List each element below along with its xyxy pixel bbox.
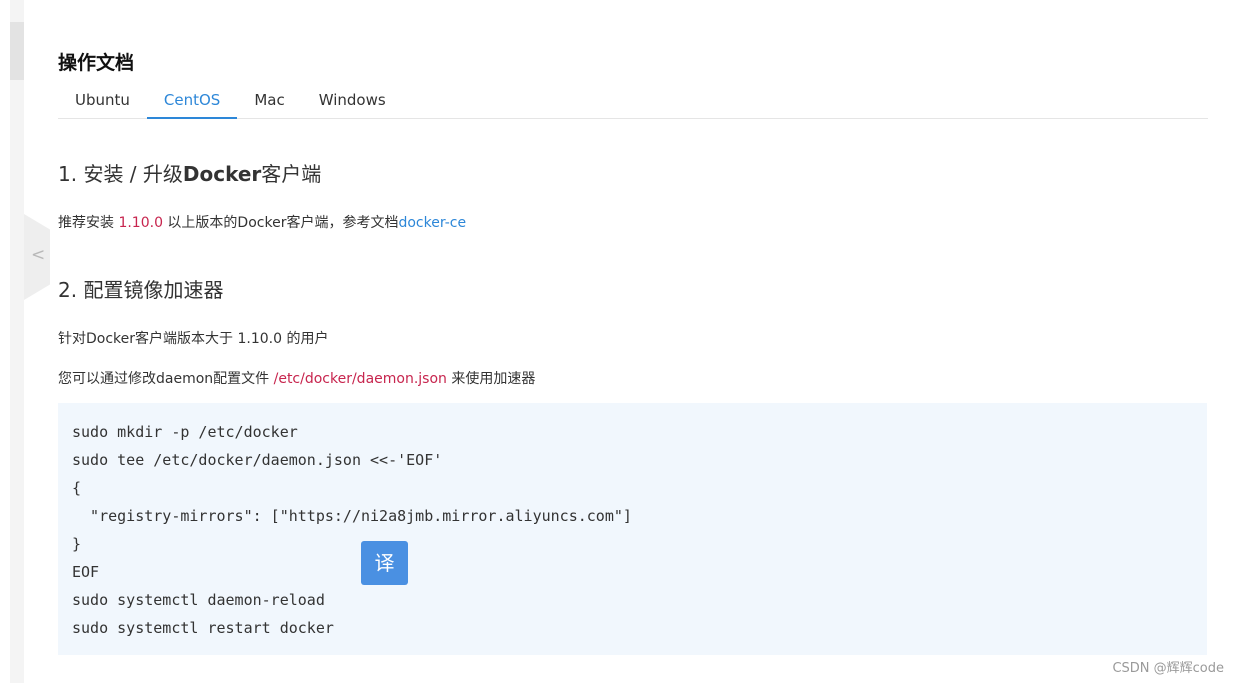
code-line: } xyxy=(72,535,82,553)
section-1-heading-post: 客户端 xyxy=(261,162,322,186)
code-line: { xyxy=(72,479,82,497)
code-line: sudo tee /etc/docker/daemon.json <<-'EOF… xyxy=(72,451,443,469)
code-block[interactable]: sudo mkdir -p /etc/docker sudo tee /etc/… xyxy=(58,403,1207,655)
doc-title: 操作文档 xyxy=(58,52,135,74)
translate-button[interactable]: 译 xyxy=(361,541,408,585)
collapse-sidebar-button[interactable]: < xyxy=(24,214,50,300)
code-line: "registry-mirrors": ["https://ni2a8jmb.m… xyxy=(72,507,632,525)
section-1-text-a: 推荐安装 xyxy=(58,215,119,231)
code-line: sudo systemctl restart docker xyxy=(72,619,334,637)
section-1-heading-pre: 安装 / 升级 xyxy=(83,162,183,186)
chevron-left-icon: < xyxy=(31,245,46,265)
section-1-heading: 1. 安装 / 升级Docker客户端 xyxy=(58,158,321,187)
code-line: sudo systemctl daemon-reload xyxy=(72,591,325,609)
page: < 操作文档 Ubuntu CentOS Mac Windows 1. 安装 /… xyxy=(0,0,1238,683)
section-1-number: 1. xyxy=(58,162,78,186)
watermark: CSDN @辉辉code xyxy=(1112,661,1224,676)
os-tabs: Ubuntu CentOS Mac Windows xyxy=(58,86,1208,119)
scrollbar-thumb[interactable] xyxy=(10,22,24,80)
config-file-path: /etc/docker/daemon.json xyxy=(273,371,447,387)
code-line: sudo mkdir -p /etc/docker xyxy=(72,423,298,441)
section-1-paragraph: 推荐安装 1.10.0 以上版本的Docker客户端，参考文档docker-ce xyxy=(58,212,466,232)
tab-centos[interactable]: CentOS xyxy=(146,86,238,119)
section-2-paragraph-2: 您可以通过修改daemon配置文件 /etc/docker/daemon.jso… xyxy=(58,368,535,388)
recommended-version: 1.10.0 xyxy=(118,215,163,231)
section-2-heading: 2. 配置镜像加速器 xyxy=(58,278,224,302)
section-1-text-b: 以上版本的Docker客户端，参考文档 xyxy=(162,215,399,231)
tab-windows[interactable]: Windows xyxy=(302,86,403,112)
tab-mac[interactable]: Mac xyxy=(237,86,301,112)
section-2-paragraph-1: 针对Docker客户端版本大于 1.10.0 的用户 xyxy=(58,331,329,347)
docker-ce-link[interactable]: docker-ce xyxy=(398,215,466,231)
tab-ubuntu[interactable]: Ubuntu xyxy=(58,86,147,112)
section-2-text-a: 您可以通过修改daemon配置文件 xyxy=(58,371,274,387)
code-line: EOF xyxy=(72,563,100,581)
section-1-heading-bold: Docker xyxy=(182,162,262,186)
section-2-text-b: 来使用加速器 xyxy=(446,371,536,387)
left-scroll-gutter xyxy=(10,0,24,683)
